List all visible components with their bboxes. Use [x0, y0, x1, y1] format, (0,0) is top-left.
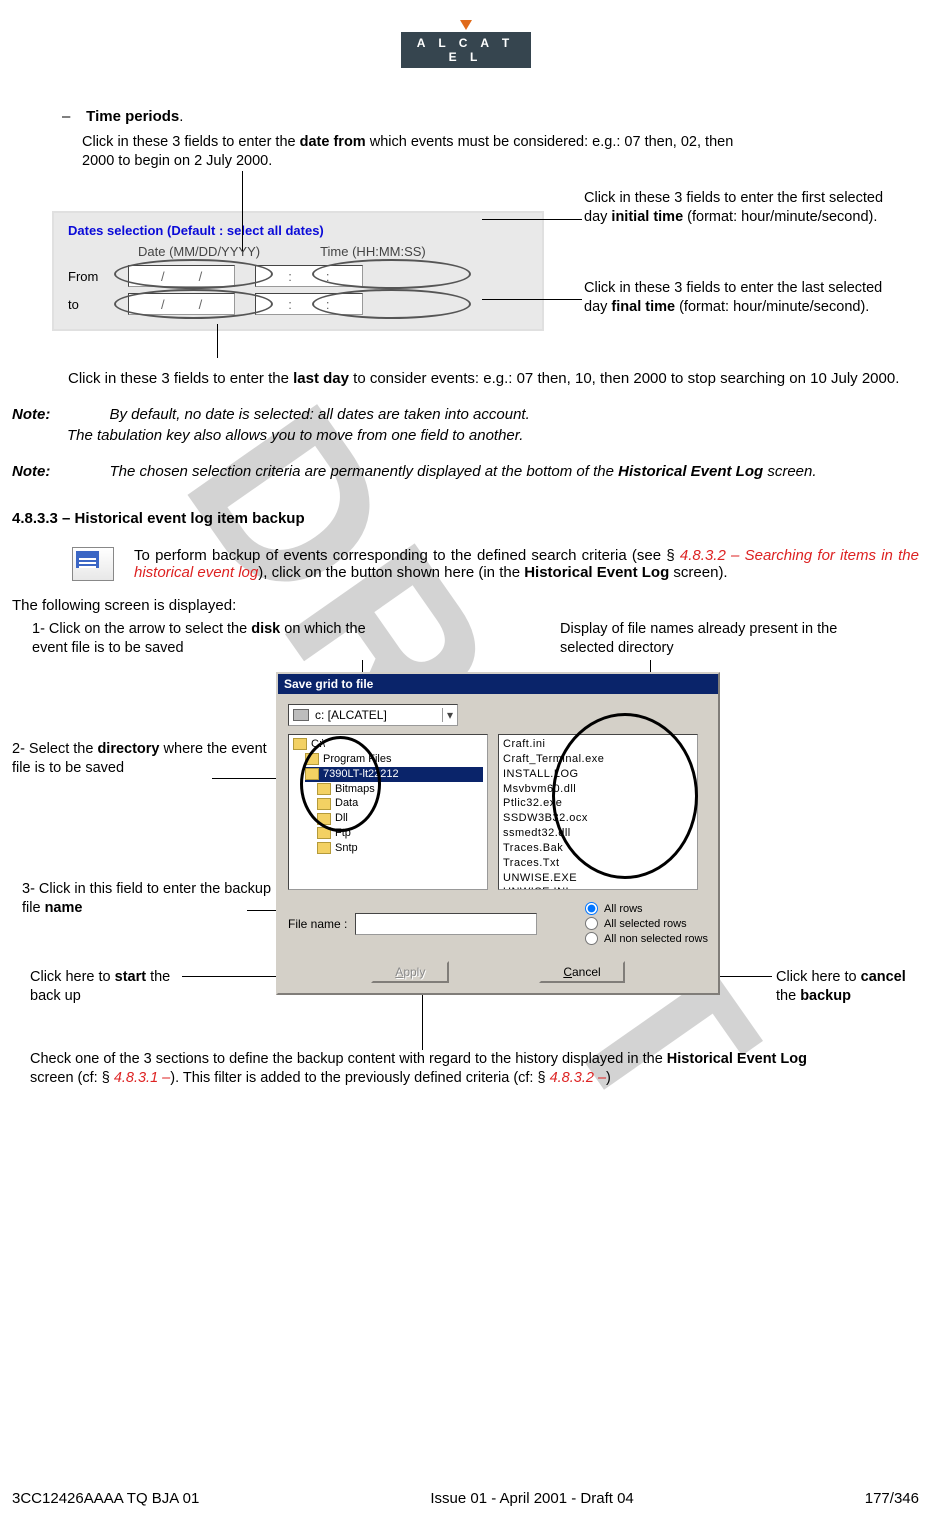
filename-input[interactable]: [355, 913, 537, 935]
callout-cancel-backup: Click here to cancel the backup: [776, 968, 916, 1006]
from-label: From: [68, 269, 128, 284]
folder-item-selected[interactable]: 7390LT-lt22212: [305, 767, 483, 782]
time-header: Time (HH:MM:SS): [320, 244, 426, 259]
save-grid-dialog: Save grid to file c: [ALCATEL] ▾ C:\ Pro…: [276, 672, 720, 995]
folder-item[interactable]: Program Files: [305, 752, 483, 767]
list-item[interactable]: Craft_Terminal.exe: [503, 752, 693, 767]
list-item[interactable]: Traces.Txt: [503, 856, 693, 871]
anno-final-time: Click in these 3 fields to enter the las…: [584, 279, 884, 317]
bullet-time-periods: – Time periods.: [62, 108, 919, 125]
file-pane[interactable]: Craft.ini Craft_Terminal.exe INSTALL.LOG…: [498, 734, 698, 890]
page-footer: 3CC12426AAAA TQ BJA 01 Issue 01 - April …: [0, 1490, 945, 1507]
callout-radio-filter: Check one of the 3 sections to define th…: [30, 1050, 830, 1088]
note-criteria-display: Note: The chosen selection criteria are …: [12, 462, 919, 482]
anno-last-day: Click in these 3 fields to enter the las…: [68, 369, 919, 389]
drive-label: c: [ALCATEL]: [315, 708, 387, 722]
footer-issue: Issue 01 - April 2001 - Draft 04: [430, 1490, 633, 1507]
section-heading: 4.8.3.3 – Historical event log item back…: [12, 510, 919, 527]
chevron-down-icon[interactable]: ▾: [442, 708, 453, 722]
directory-pane[interactable]: C:\ Program Files 7390LT-lt22212 Bitmaps…: [288, 734, 488, 890]
list-item[interactable]: UNWISE.INI: [503, 885, 693, 890]
apply-button[interactable]: Apply: [371, 961, 449, 983]
radio-selected-rows[interactable]: All selected rows: [585, 917, 708, 930]
callout-file-name: 3- Click in this field to enter the back…: [22, 880, 282, 918]
callout-start-backup: Click here to start the back up: [30, 968, 200, 1006]
backup-button-icon: [72, 547, 114, 581]
list-item[interactable]: Craft.ini: [503, 737, 693, 752]
footer-page: 177/346: [865, 1490, 919, 1507]
list-item[interactable]: SSDW3B32.ocx: [503, 811, 693, 826]
list-item[interactable]: INSTALL.LOG: [503, 767, 693, 782]
list-item[interactable]: Msvbvm60.dll: [503, 782, 693, 797]
footer-doc-ref: 3CC12426AAAA TQ BJA 01: [12, 1490, 199, 1507]
radio-all-rows[interactable]: All rows: [585, 902, 708, 915]
anno-initial-time: Click in these 3 fields to enter the fir…: [584, 189, 884, 227]
from-date-field[interactable]: //: [128, 265, 235, 287]
folder-item[interactable]: Sntp: [317, 841, 483, 856]
list-item[interactable]: UNWISE.EXE: [503, 871, 693, 886]
to-date-field[interactable]: //: [128, 293, 235, 315]
to-time-field[interactable]: ::: [255, 293, 362, 315]
callout-file-display: Display of file names already present in…: [560, 620, 890, 658]
radio-non-selected-rows[interactable]: All non selected rows: [585, 932, 708, 945]
list-item[interactable]: Traces.Bak: [503, 841, 693, 856]
rows-filter-group: All rows All selected rows All non selec…: [585, 900, 708, 947]
folder-item[interactable]: Bitmaps: [317, 782, 483, 797]
folder-item[interactable]: Ftp: [317, 826, 483, 841]
callout-select-directory: 2- Select the directory where the event …: [12, 740, 282, 778]
dates-selection-panel: Dates selection (Default : select all da…: [52, 211, 544, 331]
backup-intro: To perform backup of events correspondin…: [134, 547, 919, 581]
cancel-button[interactable]: Cancel: [539, 961, 624, 983]
dialog-title: Save grid to file: [278, 674, 718, 694]
callout-select-disk: 1- Click on the arrow to select the disk…: [32, 620, 392, 658]
from-time-field[interactable]: ::: [255, 265, 362, 287]
brand-logo: A L C A T E L: [401, 20, 531, 68]
note-default-dates: Note: By default, no date is selected: a…: [12, 405, 919, 446]
to-label: to: [68, 297, 128, 312]
drive-icon: [293, 709, 309, 721]
anno-date-from: Click in these 3 fields to enter the dat…: [82, 133, 762, 171]
drive-selector[interactable]: c: [ALCATEL] ▾: [288, 704, 458, 726]
dates-selection-title: Dates selection (Default : select all da…: [68, 223, 528, 238]
folder-item[interactable]: C:\: [293, 737, 483, 752]
list-item[interactable]: Ptlic32.exe: [503, 796, 693, 811]
following-screen-text: The following screen is displayed:: [12, 597, 919, 614]
list-item[interactable]: ssmedt32.dll: [503, 826, 693, 841]
folder-item[interactable]: Data: [317, 796, 483, 811]
folder-item[interactable]: Dll: [317, 811, 483, 826]
filename-label: File name :: [288, 917, 347, 931]
